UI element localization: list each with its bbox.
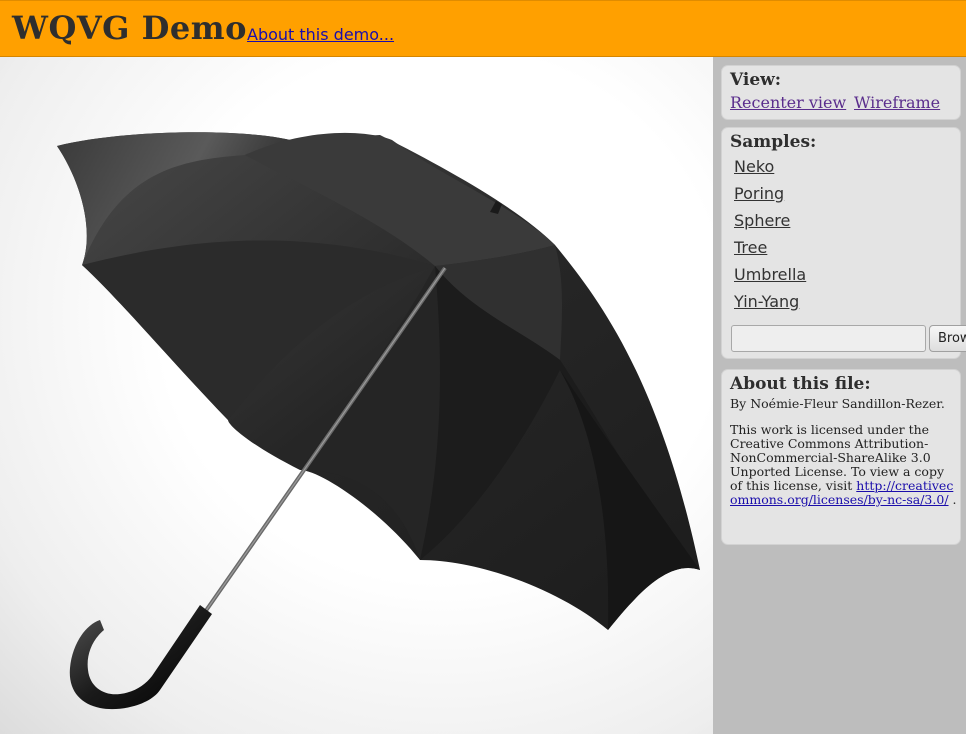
samples-panel: Samples: Neko Poring Sphere Tree Umbrell… xyxy=(721,127,966,359)
sidebar: View: Recenter view Wireframe Samples: N… xyxy=(713,57,966,734)
about-demo-link[interactable]: About this demo... xyxy=(247,25,394,44)
umbrella-image xyxy=(57,132,700,710)
samples-panel-title: Samples: xyxy=(730,132,817,152)
sample-link-sphere[interactable]: Sphere xyxy=(734,211,790,230)
file-path-field[interactable] xyxy=(731,325,926,352)
sample-link-umbrella[interactable]: Umbrella xyxy=(734,265,806,284)
sample-link-yin-yang[interactable]: Yin-Yang xyxy=(734,292,799,311)
sample-link-neko[interactable]: Neko xyxy=(734,157,774,176)
file-author: By Noémie-Fleur Sandillon-Rezer. xyxy=(730,396,945,411)
wireframe-link[interactable]: Wireframe xyxy=(854,93,940,112)
vector-viewer-canvas[interactable] xyxy=(0,57,713,734)
browse-button[interactable]: Browse... xyxy=(929,325,966,352)
view-panel: View: Recenter view Wireframe xyxy=(721,65,961,120)
sample-link-poring[interactable]: Poring xyxy=(734,184,784,203)
about-file-panel: About this file: By Noémie-Fleur Sandill… xyxy=(721,369,961,545)
recenter-view-link[interactable]: Recenter view xyxy=(730,93,846,112)
license-text-block: This work is licensed under the Creative… xyxy=(730,423,960,507)
sample-link-tree[interactable]: Tree xyxy=(734,238,767,257)
view-panel-title: View: xyxy=(730,70,782,90)
about-file-title: About this file: xyxy=(730,374,871,394)
license-suffix: . xyxy=(948,492,957,507)
header-bar: WQVG Demo About this demo... xyxy=(0,0,966,57)
page-title: WQVG Demo xyxy=(12,9,247,47)
